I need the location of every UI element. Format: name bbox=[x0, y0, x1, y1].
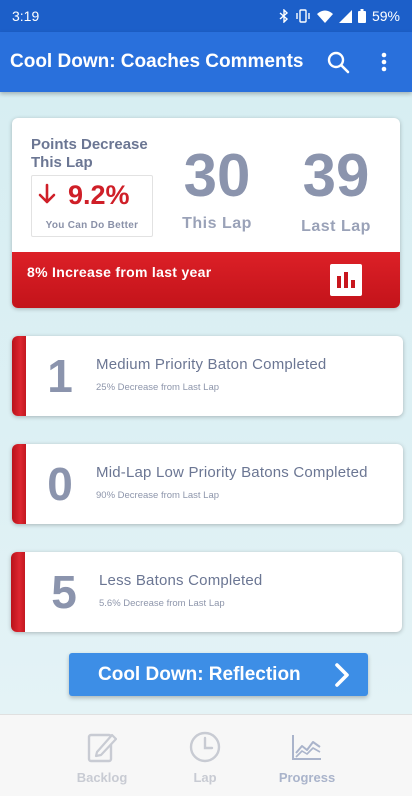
clock-icon bbox=[189, 731, 221, 763]
metric-accent-bar bbox=[12, 444, 26, 524]
edit-icon bbox=[87, 731, 117, 763]
bottom-nav: Backlog Lap Progress bbox=[0, 714, 412, 796]
status-time: 3:19 bbox=[12, 8, 40, 24]
metric-accent-bar bbox=[11, 552, 25, 632]
metric-title: Less Batons Completed bbox=[99, 572, 263, 589]
metric-card[interactable]: 1 Medium Priority Baton Completed 25% De… bbox=[12, 336, 403, 416]
app-bar: Cool Down: Coaches Comments bbox=[0, 32, 412, 92]
overflow-menu-button[interactable] bbox=[366, 44, 402, 80]
view-chart-button[interactable] bbox=[330, 264, 362, 296]
bluetooth-icon bbox=[279, 9, 288, 23]
chart-icon bbox=[291, 731, 323, 763]
percent-value: 9.2% bbox=[68, 180, 130, 210]
metric-card[interactable]: 0 Mid-Lap Low Priority Batons Completed … bbox=[12, 444, 403, 524]
reflection-button-label: Cool Down: Reflection bbox=[98, 663, 301, 685]
metric-accent-bar bbox=[12, 336, 26, 416]
search-icon bbox=[327, 51, 350, 74]
summary-card: Points Decrease This Lap 9.2% You Can Do… bbox=[12, 118, 400, 308]
last-lap-label: Last Lap bbox=[301, 218, 371, 235]
this-lap-label: This Lap bbox=[182, 215, 252, 232]
nav-item-backlog[interactable]: Backlog bbox=[52, 715, 152, 796]
chevron-right-icon bbox=[334, 662, 350, 688]
nav-item-lap[interactable]: Lap bbox=[155, 715, 255, 796]
metric-value: 0 bbox=[47, 458, 73, 510]
reflection-button[interactable]: Cool Down: Reflection bbox=[69, 653, 368, 696]
battery-icon bbox=[357, 9, 366, 23]
battery-level: 59% bbox=[371, 8, 400, 24]
metric-title: Mid-Lap Low Priority Batons Completed bbox=[96, 464, 368, 481]
nav-label-progress: Progress bbox=[278, 770, 336, 785]
content-area: Points Decrease This Lap 9.2% You Can Do… bbox=[0, 92, 412, 714]
wifi-icon bbox=[316, 10, 333, 23]
arrow-down-icon bbox=[38, 183, 56, 204]
signal-icon bbox=[338, 9, 352, 23]
percent-caption: You Can Do Better bbox=[45, 220, 139, 231]
metric-value: 5 bbox=[51, 566, 77, 618]
nav-item-progress[interactable]: Progress bbox=[257, 715, 357, 796]
metric-subtitle: 5.6% Decrease from Last Lap bbox=[99, 598, 225, 609]
yearly-banner-text: 8% Increase from last year bbox=[27, 264, 212, 280]
status-icons: 59% bbox=[279, 8, 400, 24]
more-vert-icon bbox=[381, 52, 387, 72]
metric-subtitle: 25% Decrease from Last Lap bbox=[96, 382, 220, 393]
page-title: Cool Down: Coaches Comments bbox=[10, 51, 304, 72]
metric-value: 1 bbox=[47, 350, 73, 402]
percent-box: 9.2% You Can Do Better bbox=[31, 175, 153, 237]
metric-subtitle: 90% Decrease from Last Lap bbox=[96, 490, 220, 501]
nav-label-lap: Lap bbox=[193, 770, 217, 785]
status-bar: 3:19 59% bbox=[0, 0, 412, 32]
last-lap-value: 39 bbox=[302, 142, 370, 209]
search-button[interactable] bbox=[320, 44, 356, 80]
summary-title: Points Decrease This Lap bbox=[31, 136, 148, 171]
bar-chart-icon bbox=[337, 272, 355, 288]
yearly-banner: 8% Increase from last year bbox=[12, 252, 400, 308]
this-lap-value: 30 bbox=[183, 142, 251, 209]
metric-card[interactable]: 5 Less Batons Completed 5.6% Decrease fr… bbox=[11, 552, 402, 632]
vibrate-icon bbox=[296, 9, 310, 23]
nav-label-backlog: Backlog bbox=[76, 770, 128, 785]
metric-title: Medium Priority Baton Completed bbox=[96, 356, 327, 373]
